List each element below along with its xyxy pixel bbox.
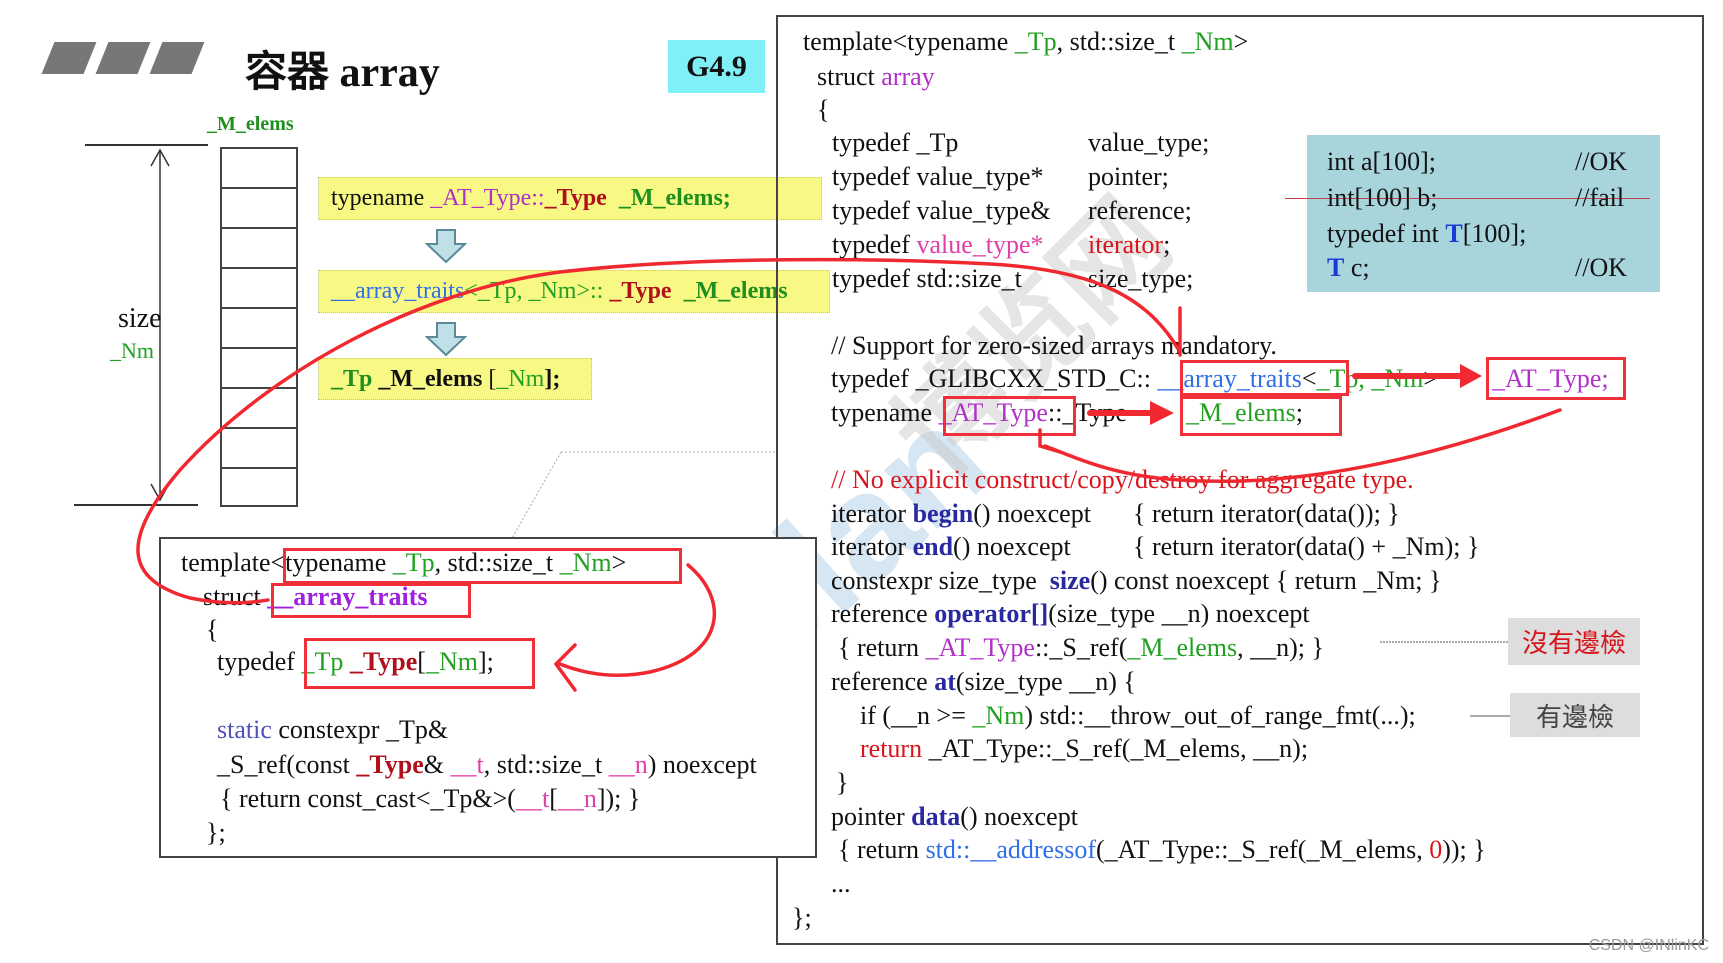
arrowhead-2 [1150,401,1174,425]
curve-arrow-type [553,563,717,692]
annotation-arrows [136,257,1562,692]
curve-arrow-traits [136,257,1182,605]
arrowhead-1 [1460,364,1482,388]
curve-arrow-at-type [1038,408,1562,484]
credit-text: CSDN @INlinKC [1588,937,1709,954]
